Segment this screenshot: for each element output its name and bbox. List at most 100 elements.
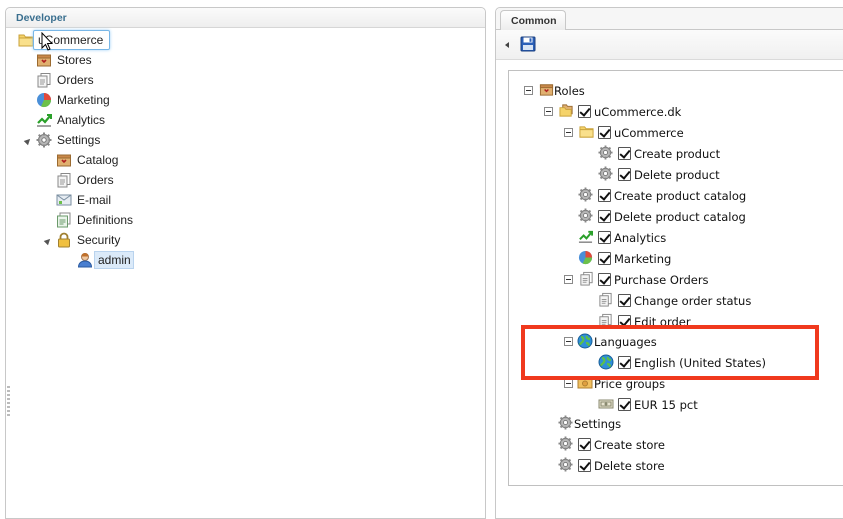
role-node-label: Create product xyxy=(634,147,721,161)
collapse-toggle-icon[interactable] xyxy=(564,275,573,284)
tree-node-analytics[interactable]: Analytics xyxy=(24,110,144,130)
expand-arrow-icon[interactable] xyxy=(25,95,31,105)
tree-node-label: Orders xyxy=(57,73,94,87)
collapse-arrow-icon[interactable] xyxy=(23,136,33,146)
tree-node-label: Definitions xyxy=(77,213,134,227)
role-node-settings[interactable]: Settings xyxy=(558,413,678,433)
role-node-eur-15-pct[interactable]: EUR 15 pct xyxy=(598,394,718,414)
tree-node-label: Marketing xyxy=(57,93,110,107)
gear-icon xyxy=(578,187,593,202)
role-node-delete-product-catalog[interactable]: Delete product catalog xyxy=(578,206,768,226)
expand-arrow-icon[interactable] xyxy=(45,155,51,165)
definitions-icon xyxy=(56,212,72,228)
mouse-cursor-icon xyxy=(41,32,53,51)
role-node-roles[interactable]: Roles xyxy=(523,80,643,100)
save-icon[interactable] xyxy=(520,36,536,52)
folder-icon xyxy=(18,32,34,48)
tree-node-label: Orders xyxy=(77,173,114,187)
role-checkbox[interactable] xyxy=(578,438,591,451)
line-chart-icon xyxy=(36,112,52,128)
role-node-label: Analytics xyxy=(614,231,667,245)
gear-icon xyxy=(558,415,573,430)
tree-node-orders[interactable]: Orders xyxy=(24,70,144,90)
orders-icon xyxy=(598,292,613,307)
role-node-label: EUR 15 pct xyxy=(634,398,698,412)
role-node-marketing[interactable]: Marketing xyxy=(578,248,698,268)
collapse-arrow-icon[interactable] xyxy=(43,236,53,246)
role-checkbox[interactable] xyxy=(618,398,631,411)
role-checkbox[interactable] xyxy=(618,168,631,181)
expand-arrow-icon[interactable] xyxy=(25,75,31,85)
role-checkbox[interactable] xyxy=(598,231,611,244)
tree-node-admin[interactable]: admin xyxy=(94,251,134,269)
role-checkbox[interactable] xyxy=(578,105,591,118)
role-node-analytics[interactable]: Analytics xyxy=(578,227,698,247)
role-node-label: Settings xyxy=(574,417,622,431)
back-arrow-icon[interactable] xyxy=(505,42,509,48)
role-checkbox[interactable] xyxy=(598,189,611,202)
role-checkbox[interactable] xyxy=(598,252,611,265)
role-node-create-product[interactable]: Create product xyxy=(598,143,758,163)
tab-common[interactable]: Common xyxy=(500,10,566,31)
role-node-create-product-catalog[interactable]: Create product catalog xyxy=(578,185,768,205)
tree-node-label: Security xyxy=(77,233,121,247)
collapse-toggle-icon[interactable] xyxy=(524,86,533,95)
tree-node-settings[interactable]: Settings xyxy=(23,130,144,150)
role-checkbox[interactable] xyxy=(598,210,611,223)
role-checkbox[interactable] xyxy=(598,273,611,286)
expand-arrow-icon[interactable] xyxy=(45,215,51,225)
role-node-label: Roles xyxy=(554,84,585,98)
role-node-purchase-orders[interactable]: Purchase Orders xyxy=(563,269,733,289)
tree-node-settings-orders[interactable]: Orders xyxy=(44,170,164,190)
catalog-icon xyxy=(56,152,72,168)
tree-node-email[interactable]: E-mail xyxy=(44,190,164,210)
tree-node-marketing[interactable]: Marketing xyxy=(24,90,144,110)
expand-arrow-icon[interactable] xyxy=(25,55,31,65)
tree-node-definitions[interactable]: Definitions xyxy=(44,210,164,230)
tree-node-security[interactable]: Security xyxy=(43,230,164,250)
tab-strip: Common xyxy=(496,8,843,31)
role-node-delete-store[interactable]: Delete store xyxy=(558,455,698,475)
folder-icon xyxy=(579,124,594,139)
role-node-ucommerce-catalog[interactable]: uCommerce xyxy=(563,122,723,142)
money-icon xyxy=(598,396,614,412)
highlight-annotation xyxy=(521,325,819,380)
role-checkbox[interactable] xyxy=(578,459,591,472)
pie-chart-icon xyxy=(36,92,52,108)
role-node-label: uCommerce.dk xyxy=(594,105,682,119)
role-node-ucommerce-dk[interactable]: uCommerce.dk xyxy=(543,101,703,121)
collapse-toggle-icon[interactable] xyxy=(564,379,573,388)
tree-node-stores[interactable]: Stores xyxy=(24,50,144,70)
role-node-label: Delete store xyxy=(594,459,665,473)
expand-arrow-icon[interactable] xyxy=(45,195,51,205)
role-checkbox[interactable] xyxy=(618,147,631,160)
tree-node-label: admin xyxy=(98,253,131,267)
collapse-toggle-icon[interactable] xyxy=(564,128,573,137)
role-checkbox[interactable] xyxy=(598,126,611,139)
developer-panel-title: Developer xyxy=(16,12,67,24)
role-node-label: Purchase Orders xyxy=(614,273,709,287)
pie-chart-icon xyxy=(578,250,593,265)
role-node-create-store[interactable]: Create store xyxy=(558,434,698,454)
role-node-label: uCommerce xyxy=(614,126,684,140)
role-node-label: Change order status xyxy=(634,294,752,308)
gear-icon xyxy=(558,436,573,451)
role-checkbox[interactable] xyxy=(618,294,631,307)
tree-node-label: Stores xyxy=(57,53,92,67)
gear-icon xyxy=(598,145,613,160)
orders-icon xyxy=(579,271,594,286)
expand-arrow-icon[interactable] xyxy=(25,115,31,125)
splitter-handle[interactable] xyxy=(7,386,10,416)
tree-node-label: Settings xyxy=(57,133,101,147)
orders-icon xyxy=(56,172,72,188)
collapse-toggle-icon[interactable] xyxy=(544,107,553,116)
role-node-delete-product[interactable]: Delete product xyxy=(598,164,758,184)
role-node-change-order-status[interactable]: Change order status xyxy=(598,290,768,310)
orders-icon xyxy=(36,72,52,88)
gear-icon xyxy=(578,208,593,223)
tree-node-catalog[interactable]: Catalog xyxy=(44,150,164,170)
role-node-label: Marketing xyxy=(614,252,672,266)
expand-arrow-icon[interactable] xyxy=(45,175,51,185)
tab-label: Common xyxy=(511,15,557,27)
lock-icon xyxy=(56,232,72,248)
